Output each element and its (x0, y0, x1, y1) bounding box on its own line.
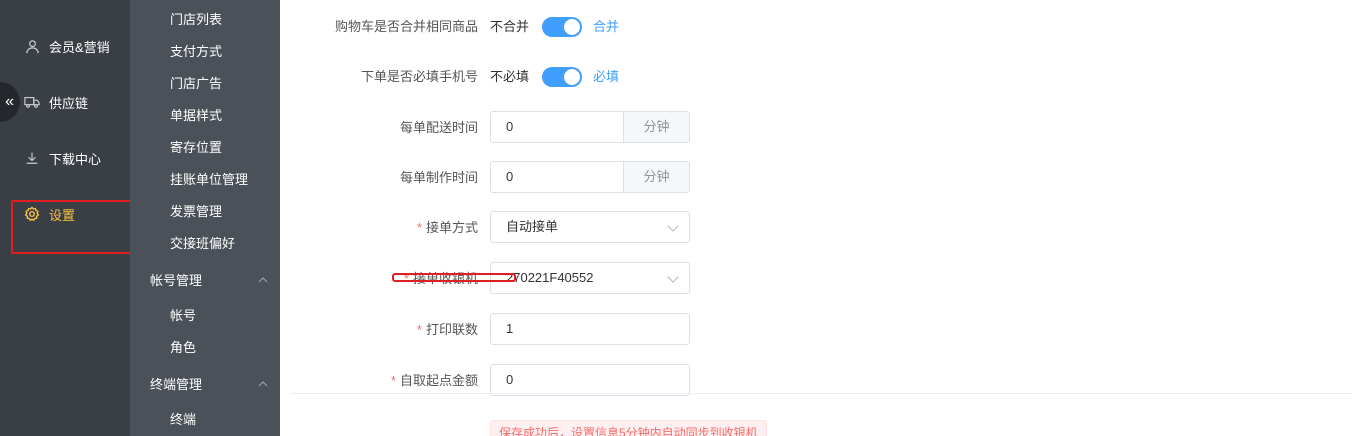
download-icon (24, 150, 40, 166)
switch-knob (564, 19, 580, 35)
sidebar-item-download-center[interactable]: 下载中心 (0, 138, 130, 178)
form-row-merge-cart: 购物车是否合并相同商品 不合并 合并 (280, 10, 1352, 44)
accept-mode-select[interactable]: 自动接单 (490, 211, 690, 243)
chevron-up-icon (258, 269, 268, 293)
field-label: * 打印联数 (417, 313, 478, 347)
truck-icon (24, 94, 40, 110)
sync-notice: 保存成功后，设置信息5分钟内自动同步到收银机 (490, 420, 767, 436)
pickup-min-input[interactable]: 0 (490, 364, 690, 396)
switch-on-text: 必填 (593, 69, 620, 84)
submenu-group-account[interactable]: 帐号管理 (150, 269, 268, 293)
select-value: 270221F40552 (506, 270, 594, 285)
submenu-item-store-list[interactable]: 门店列表 (170, 8, 222, 32)
form-row-delivery-time: 每单配送时间 0 分钟 (280, 111, 1352, 145)
submenu-group-label: 终端管理 (150, 377, 203, 392)
field-label: * 接单方式 (417, 211, 478, 245)
make-time-input-group: 0 分钟 (490, 161, 690, 193)
required-mark: * (416, 220, 422, 235)
submenu-group-label: 帐号管理 (150, 273, 203, 288)
field-label-text: 接单方式 (425, 220, 478, 235)
form-row-make-time: 每单制作时间 0 分钟 (280, 161, 1352, 195)
submenu-item-shift-pref[interactable]: 交接班偏好 (170, 232, 235, 256)
sidebar-item-label: 供应链 (49, 95, 89, 111)
field-label-text: 自取起点金额 (399, 373, 478, 388)
print-copies-input[interactable]: 1 (490, 313, 690, 345)
merge-cart-switch[interactable] (542, 17, 582, 37)
unit-suffix: 分钟 (623, 161, 690, 193)
submenu-item-terminal[interactable]: 终端 (170, 408, 196, 432)
sidebar-item-member-marketing[interactable]: 会员&营销 (0, 26, 130, 66)
highlight-box (392, 273, 516, 282)
highlight-box (11, 200, 138, 254)
submenu-item-payment[interactable]: 支付方式 (170, 40, 222, 64)
switch-knob (564, 69, 580, 85)
select-value: 自动接单 (506, 219, 559, 234)
submenu-item-invoice[interactable]: 发票管理 (170, 200, 222, 224)
submenu-item-credit-units[interactable]: 挂账单位管理 (170, 168, 248, 192)
divider (290, 393, 1352, 394)
form-row-require-phone: 下单是否必填手机号 不必填 必填 (280, 60, 1352, 94)
chevron-down-icon (667, 271, 679, 283)
field-label: 每单配送时间 (399, 120, 478, 135)
require-phone-switch[interactable] (542, 67, 582, 87)
submenu-item-storage[interactable]: 寄存位置 (170, 136, 222, 160)
submenu-item-store-ads[interactable]: 门店广告 (170, 72, 222, 96)
accept-printer-select[interactable]: 270221F40552 (490, 262, 690, 294)
required-mark: * (390, 373, 396, 388)
required-mark: * (416, 322, 422, 337)
switch-off-text: 不必填 (490, 69, 530, 84)
form-row-print-copies: * 打印联数 1 (280, 313, 1352, 347)
make-time-input[interactable]: 0 (490, 161, 623, 193)
delivery-time-input[interactable]: 0 (490, 111, 623, 143)
chevron-up-icon (258, 373, 268, 397)
switch-on-text: 合并 (593, 19, 620, 34)
field-label: 购物车是否合并相同商品 (334, 19, 478, 34)
field-label: 每单制作时间 (399, 170, 478, 185)
switch-off-text: 不合并 (490, 19, 530, 34)
submenu-item-account[interactable]: 帐号 (170, 304, 196, 328)
primary-sidebar: 会员&营销 供应链 下载中心 设置 (0, 0, 138, 436)
secondary-sidebar: 门店列表 支付方式 门店广告 单据样式 寄存位置 挂账单位管理 发票管理 交接班… (130, 0, 280, 436)
field-label-text: 打印联数 (425, 322, 478, 337)
field-label: 下单是否必填手机号 (360, 69, 478, 84)
unit-suffix: 分钟 (623, 111, 690, 143)
settings-form: 购物车是否合并相同商品 不合并 合并 下单是否必填手机号 不必填 必填 每单配送… (280, 0, 1352, 436)
submenu-item-receipt-style[interactable]: 单据样式 (170, 104, 222, 128)
user-icon (24, 38, 40, 54)
sidebar-item-label: 下载中心 (49, 151, 102, 167)
submenu-item-role[interactable]: 角色 (170, 336, 196, 360)
chevron-down-icon (667, 220, 679, 232)
submenu-group-terminal[interactable]: 终端管理 (150, 373, 268, 397)
form-row-accept-mode: * 接单方式 自动接单 (280, 211, 1352, 245)
sidebar-item-label: 会员&营销 (49, 39, 110, 55)
delivery-time-input-group: 0 分钟 (490, 111, 690, 143)
